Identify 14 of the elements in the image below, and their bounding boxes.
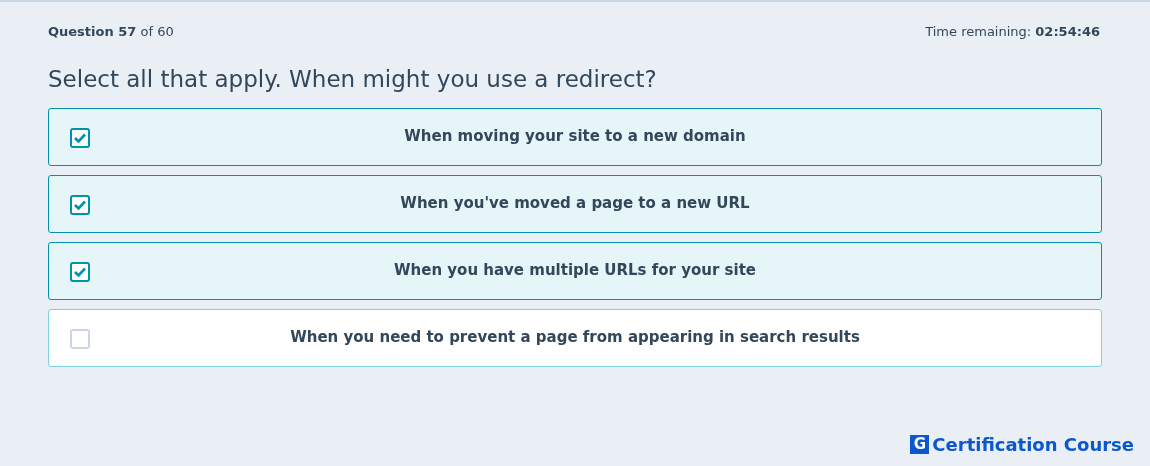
logo-icon: G [910,435,930,454]
check-icon [74,132,86,143]
checkbox[interactable] [70,261,90,282]
check-icon [74,199,86,210]
answer-option[interactable]: When moving your site to a new domain [48,107,1102,166]
check-icon [74,266,86,277]
answer-option[interactable]: When you have multiple URLs for your site [48,241,1102,300]
checkbox[interactable] [70,194,90,215]
question-counter: Question 57 of 60 [48,23,174,41]
time-remaining: Time remaining: 02:54:46 [925,23,1100,41]
answer-option[interactable]: When you've moved a page to a new URL [48,174,1102,233]
question-text: Select all that apply. When might you use a redirect? [47,64,658,94]
checkbox[interactable] [70,127,90,148]
brand-name: Certification Course [932,433,1134,457]
